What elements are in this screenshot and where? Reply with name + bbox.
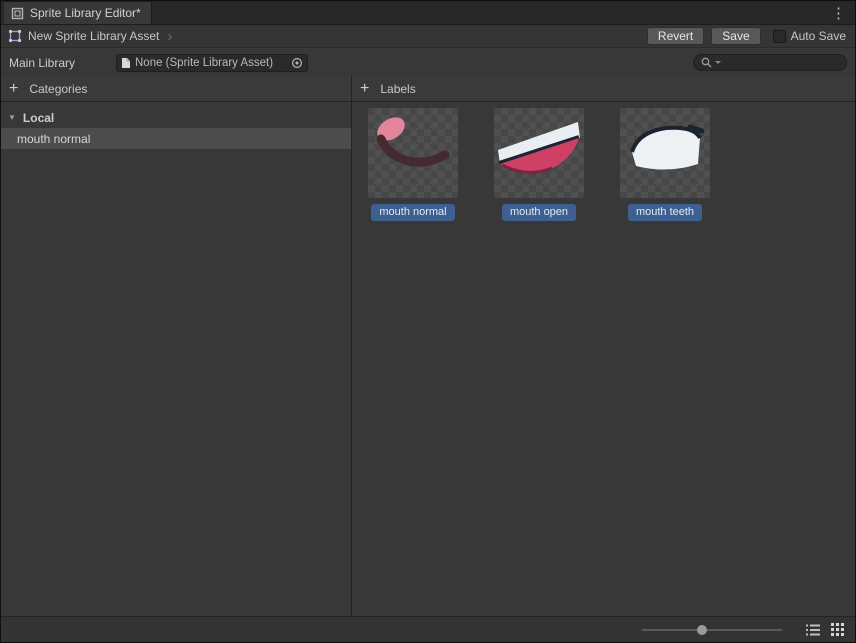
category-item-label: mouth normal (17, 132, 90, 146)
list-view-icon[interactable] (804, 621, 822, 639)
search-input[interactable] (724, 57, 839, 69)
object-picker-icon[interactable] (289, 55, 305, 71)
label-badge: mouth teeth (628, 204, 702, 221)
sprite-library-editor-icon (11, 7, 24, 20)
main-library-object-field[interactable]: None (Sprite Library Asset) (116, 54, 308, 72)
local-group-label: Local (23, 111, 54, 125)
sprite-thumbnail-mouth-open (494, 108, 584, 198)
main-library-value: None (Sprite Library Asset) (135, 57, 285, 69)
label-badge: mouth open (502, 204, 576, 221)
auto-save-checkbox[interactable] (773, 30, 786, 43)
zoom-slider-handle[interactable] (697, 625, 707, 635)
main-library-row: Main Library None (Sprite Library Asset) (1, 49, 855, 76)
tab-strip: Sprite Library Editor* ⋮ (1, 1, 855, 25)
zoom-slider[interactable] (642, 624, 782, 636)
add-label-icon[interactable]: + (360, 81, 369, 97)
zoom-slider-track (642, 629, 782, 631)
sprite-thumbnail-mouth-normal (368, 108, 458, 198)
labels-grid: mouth normal mouth open (352, 102, 855, 616)
categories-panel: + Categories ▼ Local mouth normal (1, 76, 352, 616)
tab-title: Sprite Library Editor* (30, 6, 141, 20)
tab-sprite-library-editor[interactable]: Sprite Library Editor* (4, 1, 152, 24)
sprite-thumbnail-mouth-teeth (620, 108, 710, 198)
revert-button[interactable]: Revert (647, 27, 704, 45)
breadcrumb[interactable]: New Sprite Library Asset › (8, 28, 172, 45)
categories-list: ▼ Local mouth normal (1, 102, 351, 616)
label-item-mouth-open[interactable]: mouth open (494, 108, 584, 221)
category-item-mouth-normal[interactable]: mouth normal (1, 128, 351, 149)
search-field[interactable] (693, 54, 847, 71)
label-badge: mouth normal (371, 204, 454, 221)
add-category-icon[interactable]: + (9, 81, 18, 97)
categories-title: Categories (29, 82, 87, 96)
bottom-bar (1, 616, 855, 642)
auto-save-label: Auto Save (791, 29, 846, 43)
local-foldout[interactable]: ▼ Local (1, 107, 351, 128)
save-button[interactable]: Save (711, 27, 760, 45)
panels: + Categories ▼ Local mouth normal + Labe… (1, 76, 855, 616)
toolbar: New Sprite Library Asset › Revert Save A… (1, 25, 855, 48)
asset-document-icon (121, 57, 131, 69)
breadcrumb-label: New Sprite Library Asset (28, 29, 159, 43)
foldout-triangle-icon: ▼ (8, 113, 16, 122)
sprite-library-editor-window: Sprite Library Editor* ⋮ New Sprite Libr… (0, 0, 856, 643)
breadcrumb-chevron-icon: › (167, 28, 172, 45)
labels-panel: + Labels mouth normal (352, 76, 855, 616)
search-filter-caret-icon (715, 61, 721, 64)
label-item-mouth-teeth[interactable]: mouth teeth (620, 108, 710, 221)
label-item-mouth-normal[interactable]: mouth normal (368, 108, 458, 221)
categories-header: + Categories (1, 76, 351, 102)
sprite-library-asset-icon (8, 29, 22, 43)
labels-title: Labels (380, 82, 415, 96)
labels-header: + Labels (352, 76, 855, 102)
toolbar-actions: Revert Save Auto Save (640, 27, 848, 45)
window-menu-icon[interactable]: ⋮ (822, 1, 855, 24)
search-icon (701, 57, 712, 68)
main-library-label: Main Library (9, 56, 116, 70)
grid-view-icon[interactable] (828, 621, 846, 639)
